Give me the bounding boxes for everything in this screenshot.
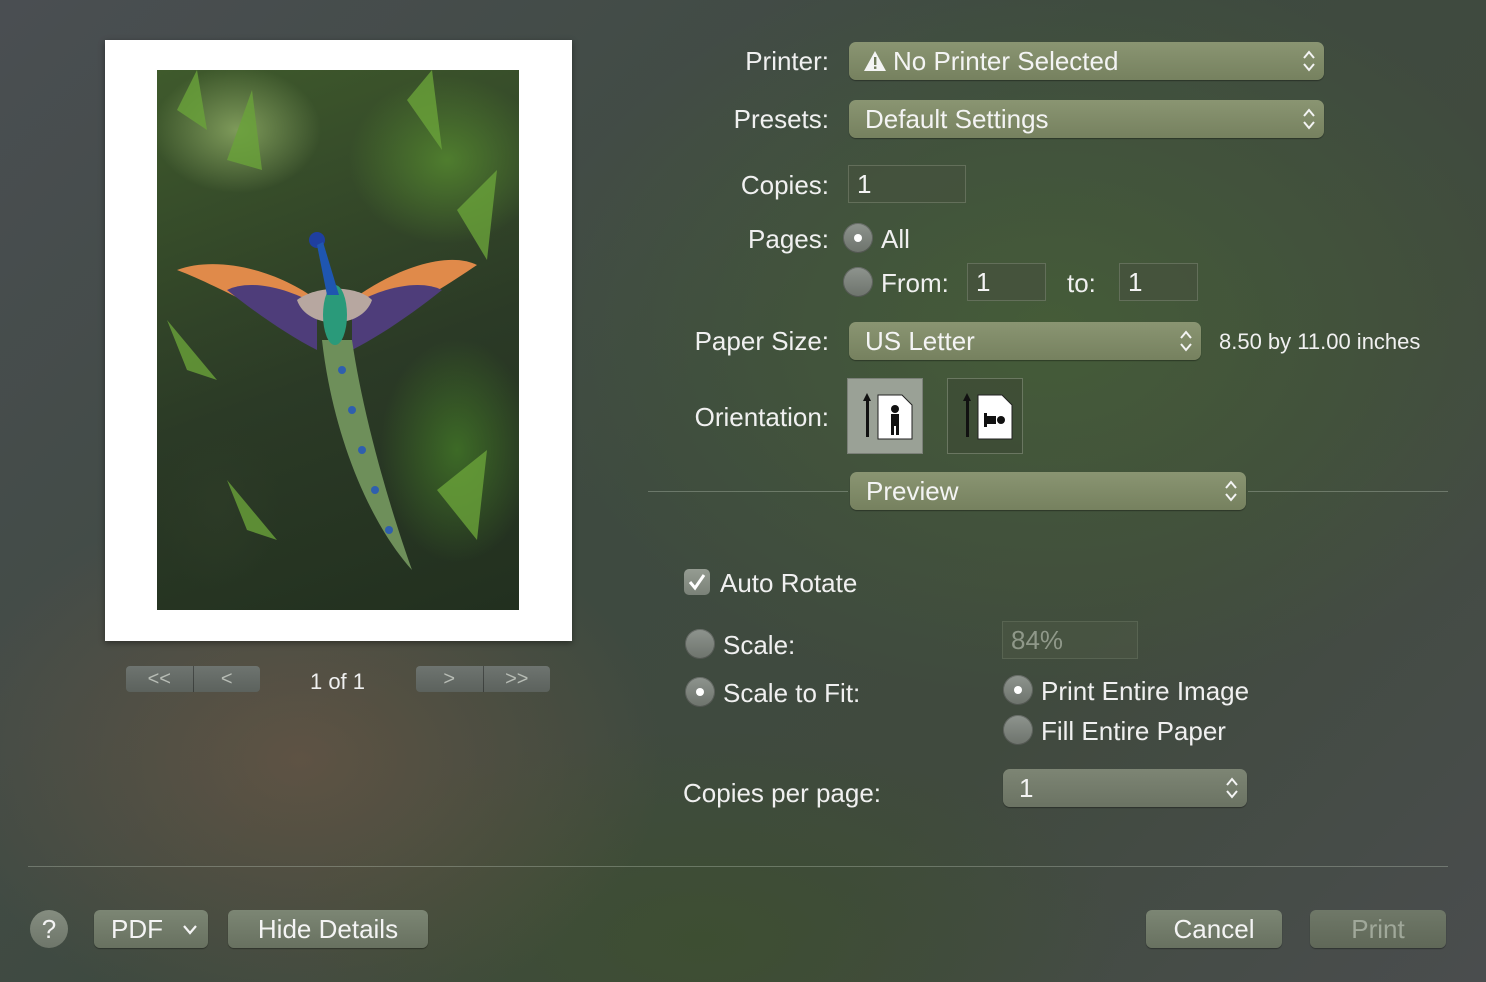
hide-details-button[interactable]: Hide Details [228, 910, 428, 948]
landscape-icon [963, 393, 1013, 440]
printer-popup[interactable]: No Printer Selected [849, 42, 1324, 80]
section-divider-right [1248, 491, 1448, 492]
portrait-icon [863, 393, 913, 440]
updown-chevron-icon [1303, 50, 1315, 72]
scale-to-fit-label: Scale to Fit: [723, 678, 861, 708]
paper-size-value: US Letter [865, 326, 975, 356]
print-button[interactable]: Print [1310, 910, 1446, 948]
section-popup[interactable]: Preview [850, 472, 1246, 510]
cancel-button[interactable]: Cancel [1146, 910, 1282, 948]
scale-field[interactable]: 84% [1002, 621, 1138, 659]
next-page-button[interactable]: > [416, 666, 483, 692]
fill-entire-paper-radio[interactable] [1003, 715, 1033, 745]
peacock-illustration [167, 70, 497, 570]
pdf-label: PDF [111, 914, 163, 944]
copies-label: Copies: [740, 170, 829, 200]
paper-size-popup[interactable]: US Letter [849, 322, 1201, 360]
copies-field[interactable]: 1 [848, 165, 966, 203]
auto-rotate-label: Auto Rotate [720, 568, 858, 598]
presets-value: Default Settings [865, 104, 1049, 134]
fill-entire-paper-label: Fill Entire Paper [1041, 716, 1226, 746]
scale-radio[interactable] [685, 629, 715, 659]
last-page-button[interactable]: >> [482, 666, 551, 692]
pages-label: Pages: [748, 224, 829, 254]
updown-chevron-icon [1225, 480, 1237, 502]
copies-per-page-value: 1 [1019, 773, 1034, 803]
print-entire-image-radio[interactable] [1003, 675, 1033, 705]
copies-per-page-popup[interactable]: 1 [1003, 769, 1247, 807]
help-icon: ? [41, 914, 57, 944]
orientation-label: Orientation: [694, 402, 829, 432]
help-button[interactable]: ? [30, 910, 68, 948]
copies-per-page-label: Copies per page: [683, 778, 882, 808]
pages-all-radio[interactable] [843, 223, 873, 253]
section-popup-value: Preview [866, 476, 959, 506]
pages-all-label: All [881, 224, 910, 254]
paper-size-label: Paper Size: [694, 326, 829, 356]
checkmark-icon [688, 574, 706, 591]
warning-triangle-icon [863, 44, 887, 82]
pages-to-label: to: [1067, 268, 1096, 298]
updown-chevron-icon [1226, 777, 1238, 799]
pages-from-field[interactable]: 1 [967, 263, 1046, 301]
peacock-photo [157, 70, 519, 610]
preview-forward-buttons: > >> [416, 666, 550, 692]
portrait-orientation-button[interactable] [847, 378, 923, 454]
pages-from-radio[interactable] [843, 267, 873, 297]
preview-back-buttons: << < [126, 666, 260, 692]
presets-popup[interactable]: Default Settings [849, 100, 1324, 138]
paper-dimensions: 8.50 by 11.00 inches [1219, 329, 1421, 354]
pages-to-field[interactable]: 1 [1119, 263, 1198, 301]
page-indicator: 1 of 1 [309, 669, 366, 694]
updown-chevron-icon [1180, 330, 1192, 352]
landscape-orientation-button[interactable] [947, 378, 1023, 454]
printer-label: Printer: [745, 46, 829, 76]
pdf-menu-button[interactable]: PDF [94, 910, 208, 948]
updown-chevron-icon [1303, 108, 1315, 130]
section-divider-left [648, 491, 848, 492]
presets-label: Presets: [733, 104, 829, 134]
preview-page [105, 40, 572, 641]
scale-label: Scale: [723, 630, 796, 660]
first-page-button[interactable]: << [126, 666, 193, 692]
pages-from-label: From: [881, 268, 949, 298]
scale-to-fit-radio[interactable] [685, 677, 715, 707]
footer-divider [28, 866, 1448, 867]
print-entire-image-label: Print Entire Image [1041, 676, 1250, 706]
auto-rotate-checkbox[interactable] [684, 569, 710, 595]
previous-page-button[interactable]: < [192, 666, 261, 692]
printer-value: No Printer Selected [893, 46, 1119, 76]
chevron-down-icon [183, 925, 197, 935]
